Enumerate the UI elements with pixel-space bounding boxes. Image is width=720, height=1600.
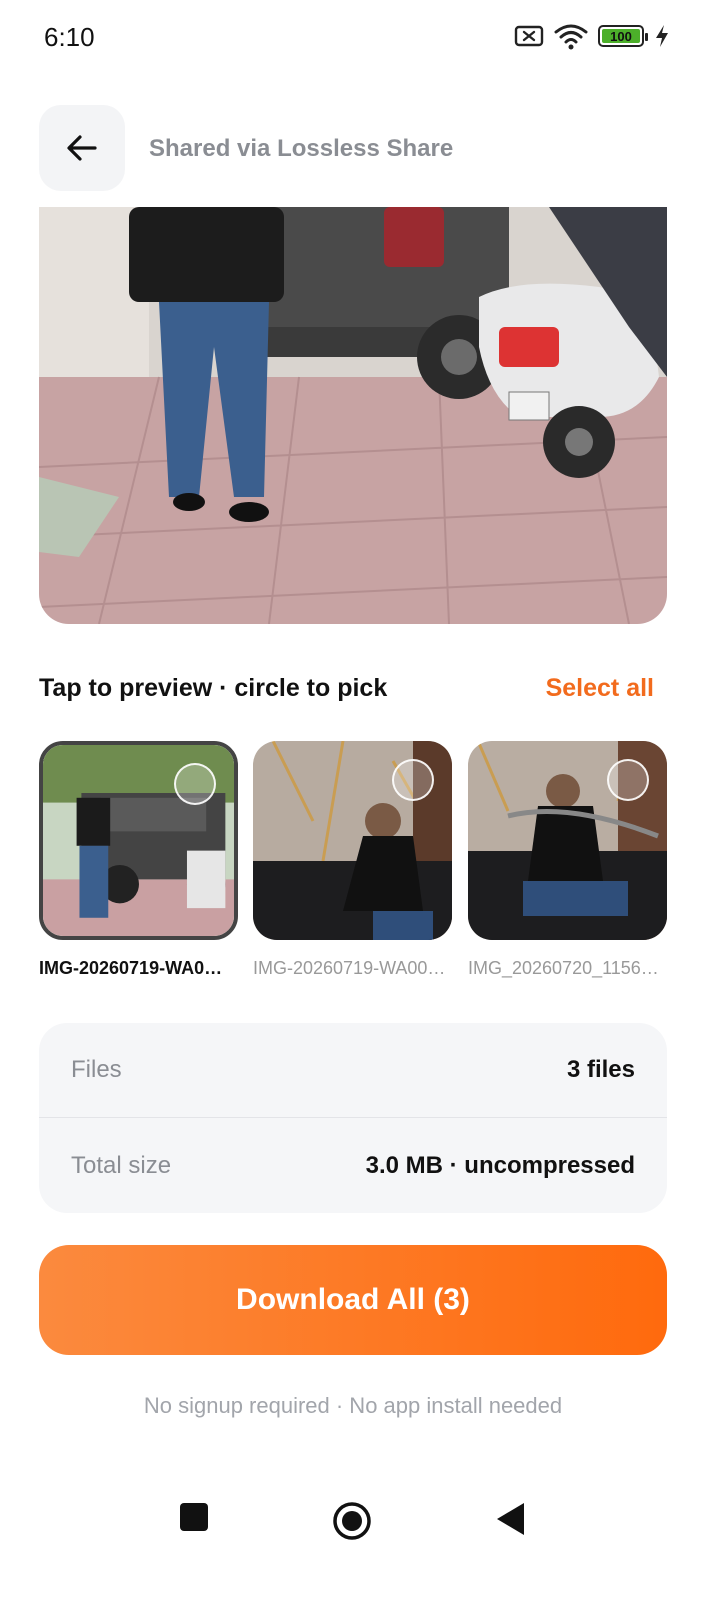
thumbnail-strip: IMG-20260719-WA0… IMG-20260719-WA00… IMG… <box>39 741 679 991</box>
preview-photo <box>39 207 667 624</box>
size-label: Total size <box>71 1151 172 1179</box>
sim-off-icon <box>514 25 544 47</box>
gallery-instruction: Tap to preview · circle to pick <box>39 674 388 702</box>
thumbnail-item[interactable]: IMG_20260720_1156… <box>468 741 667 979</box>
thumbnail-name: IMG_20260720_1156… <box>468 958 659 978</box>
page-title: Shared via Lossless Share <box>149 135 454 162</box>
battery-level: 100 <box>602 29 640 44</box>
status-icons: 100 <box>514 22 670 50</box>
footer-note: No signup required · No app install need… <box>143 1393 563 1418</box>
files-row: Files 3 files <box>39 1023 667 1118</box>
thumbnail-name: IMG-20260719-WA0… <box>39 958 223 978</box>
files-value: 3 files <box>566 1056 635 1083</box>
wifi-icon <box>554 24 588 50</box>
system-nav-bar <box>0 1480 720 1570</box>
thumbnail-name: IMG-20260719-WA00… <box>253 958 446 978</box>
home-icon[interactable] <box>331 1500 373 1542</box>
arrow-left-icon <box>67 135 97 161</box>
share-info-card: Files 3 files Total size 3.0 MB · uncomp… <box>39 1023 667 1213</box>
thumbnail-image[interactable] <box>253 741 452 940</box>
status-time: 6:10 <box>44 22 95 52</box>
pick-circle[interactable] <box>607 759 649 801</box>
charging-bolt-icon <box>656 25 668 47</box>
thumbnail-image[interactable] <box>468 741 667 940</box>
back-button[interactable] <box>39 105 125 191</box>
download-all-button[interactable]: Download All (3) <box>39 1245 667 1355</box>
files-label: Files <box>71 1056 122 1083</box>
back-nav-icon[interactable] <box>494 1500 528 1538</box>
thumbnail-image[interactable] <box>39 741 238 940</box>
battery-icon: 100 <box>598 25 648 47</box>
select-all-button[interactable]: Select all <box>546 674 654 703</box>
pick-circle[interactable] <box>174 763 216 805</box>
recents-icon[interactable] <box>177 1500 211 1534</box>
size-value: 3.0 MB · uncompressed <box>365 1151 635 1179</box>
image-preview[interactable] <box>39 207 667 624</box>
thumbnail-item[interactable]: IMG-20260719-WA0… <box>39 741 238 979</box>
thumbnail-item[interactable]: IMG-20260719-WA00… <box>253 741 452 979</box>
status-bar: 6:10 100 <box>0 0 720 80</box>
size-row: Total size 3.0 MB · uncompressed <box>39 1118 667 1213</box>
pick-circle[interactable] <box>392 759 434 801</box>
